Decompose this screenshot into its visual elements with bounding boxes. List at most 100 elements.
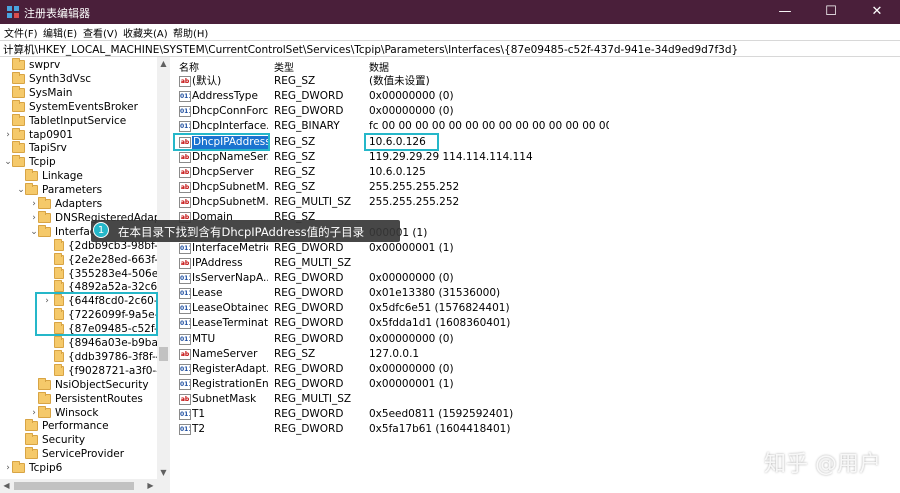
tree-item[interactable]: › Adapters (0, 197, 169, 211)
value-row[interactable]: 011RegistrationEn... REG_DWORD 0x00000001 … (171, 377, 900, 392)
tree-item[interactable]: {8946a03e-b9ba-43b3 (0, 336, 169, 350)
value-row[interactable]: ab NameServer REG_SZ 127.0.0.1 (171, 347, 900, 362)
value-row[interactable]: ab DhcpSubnetM... REG_MULTI_SZ 255.255.255.… (171, 195, 900, 210)
scroll-left-icon[interactable]: ◀ (0, 479, 13, 493)
expand-chevron-icon[interactable] (42, 267, 52, 281)
folder-icon (54, 238, 64, 251)
value-type: REG_MULTI_SZ (274, 393, 352, 406)
string-value-icon: ab (179, 257, 191, 269)
value-name: DhcpInterface... (192, 120, 268, 133)
folder-icon (12, 113, 25, 126)
value-row[interactable]: ab DhcpIPAddress REG_SZ 10.6.0.126 (171, 135, 900, 150)
folder-icon (54, 252, 64, 265)
tree-item[interactable]: Linkage (0, 169, 169, 183)
close-button[interactable]: ✕ (854, 0, 900, 24)
scroll-right-icon[interactable]: ▶ (144, 479, 157, 493)
tree-item[interactable]: SystemEventsBroker (0, 99, 169, 114)
menu-file[interactable]: 文件(F) (4, 25, 38, 40)
value-name: T2 (192, 423, 206, 436)
menu-favorites[interactable]: 收藏夹(A) (123, 25, 168, 40)
tree-item[interactable]: swprv (0, 58, 169, 72)
values-list[interactable]: 名称 类型 数据 ab(默认)REG_SZ(数值未设置)011AddressTy… (171, 57, 900, 493)
value-type: REG_DWORD (274, 90, 344, 103)
tree-item[interactable]: Performance (0, 419, 169, 433)
value-row[interactable]: 011LeaseObtained... REG_DWORD 0x5dfc6e51 (… (171, 301, 900, 316)
value-row[interactable]: 011IsServerNapA... REG_DWORD 0x00000000 (0… (171, 271, 900, 286)
scroll-thumb-horizontal[interactable] (14, 482, 134, 490)
expand-chevron-icon[interactable] (42, 364, 52, 378)
value-row[interactable]: 011Lease REG_DWORD 0x01e13380 (31536000) (171, 286, 900, 301)
value-row[interactable]: 011T1 REG_DWORD 0x5eed0811 (1592592401) (171, 407, 900, 422)
tree-item[interactable]: Security (0, 433, 169, 447)
value-row[interactable]: abDhcpNameSer... REG_SZ 119.29.29.29 114.1… (171, 150, 900, 165)
tree-item[interactable]: {2e2e28ed-663f-11e9 (0, 252, 169, 267)
tree-item[interactable]: TabletInputService (0, 113, 169, 128)
value-row[interactable]: ab (默认) REG_SZ (数值未设置) (171, 74, 900, 89)
expand-chevron-icon[interactable] (42, 239, 52, 253)
tree-vertical-scrollbar[interactable]: ▲ ▼ (157, 57, 170, 479)
value-row[interactable]: 011InterfaceMetric REG_DWORD 0x00000001 (1… (171, 241, 900, 256)
expand-chevron-icon[interactable] (42, 350, 52, 364)
value-row[interactable]: 011AddressType REG_DWORD 0x00000000 (0) (171, 89, 900, 104)
scroll-up-icon[interactable]: ▲ (157, 57, 170, 70)
scroll-thumb[interactable] (159, 347, 168, 361)
value-row[interactable]: 011RegisterAdapt... REG_DWORD 0x00000000 (… (171, 362, 900, 377)
value-row[interactable]: 011DhcpInterface... REG_BINARY fc 00 00 00… (171, 119, 900, 134)
value-row[interactable]: ab DhcpServer REG_SZ 10.6.0.125 (171, 165, 900, 180)
tree-item[interactable]: Synth3dVsc (0, 71, 169, 86)
tree-item[interactable]: ServiceProvider (0, 447, 169, 461)
tree-item[interactable]: › Winsock (0, 405, 169, 420)
tree-item[interactable]: NsiObjectSecurity (0, 377, 169, 392)
tree-item[interactable]: SysMain (0, 85, 169, 100)
value-data: 0x01e13380 (31536000) (369, 287, 501, 300)
minimize-button[interactable]: — (762, 0, 808, 24)
address-path[interactable]: 计算机\HKEY_LOCAL_MACHINE\SYSTEM\CurrentCon… (3, 42, 738, 57)
expand-chevron-icon[interactable] (42, 336, 52, 350)
tree-item[interactable]: {f9028721-a3f0-48f0-8 (0, 363, 169, 378)
value-row[interactable]: 011T2 REG_DWORD 0x5fa17b61 (1604418401) (171, 422, 900, 437)
value-data: 0x5eed0811 (1592592401) (369, 408, 514, 421)
value-row[interactable]: 011MTU REG_DWORD 0x00000000 (0) (171, 332, 900, 347)
menu-help[interactable]: 帮助(H) (173, 25, 208, 40)
value-row[interactable]: ab SubnetMask REG_MULTI_SZ (171, 392, 900, 407)
tree-item[interactable]: TapiSrv (0, 141, 169, 155)
tree-item-label: SysMain (29, 86, 73, 99)
maximize-button[interactable]: ☐ (808, 0, 854, 24)
column-data-header[interactable]: 数据 (369, 59, 389, 74)
expand-chevron-icon[interactable] (42, 253, 52, 267)
menu-edit[interactable]: 编辑(E) (43, 25, 77, 40)
menu-view[interactable]: 查看(V) (83, 25, 118, 40)
column-name-header[interactable]: 名称 (179, 59, 199, 74)
value-name: RegistrationEn... (192, 378, 268, 390)
tree-item[interactable]: {ddb39786-3f8f-48b5 (0, 349, 169, 364)
value-data: 000001 (1) (369, 226, 428, 239)
value-row[interactable]: 011LeaseTerminat... REG_DWORD 0x5fdda1d1 (… (171, 316, 900, 331)
tree-horizontal-scrollbar[interactable]: ◀ ▶ (0, 479, 170, 493)
scroll-down-icon[interactable]: ▼ (157, 466, 170, 479)
address-bar[interactable]: 计算机\HKEY_LOCAL_MACHINE\SYSTEM\CurrentCon… (0, 40, 900, 57)
tree-item[interactable]: › tap0901 (0, 127, 169, 142)
tree-item[interactable]: ⌄ Tcpip (0, 155, 169, 169)
tree-item[interactable]: {355283e4-506e-4807 (0, 266, 169, 281)
folder-icon (12, 58, 25, 70)
value-type: REG_SZ (274, 347, 316, 360)
folder-icon (54, 336, 64, 348)
binary-value-icon: 011 (179, 424, 191, 436)
tree-item-label: Synth3dVsc (29, 72, 92, 85)
tree-item[interactable]: › Tcpip6 (0, 461, 169, 475)
value-row[interactable]: 011DhcpConnForc... REG_DWORD 0x00000000 (0… (171, 104, 900, 119)
value-type: REG_DWORD (274, 302, 344, 315)
value-data: 127.0.0.1 (369, 347, 420, 360)
tree-item[interactable]: PersistentRoutes (0, 391, 169, 406)
value-row[interactable]: ab DhcpSubnetM... REG_SZ 255.255.255.252 (171, 180, 900, 195)
value-row[interactable]: ab IPAddress REG_MULTI_SZ (171, 256, 900, 271)
column-type-header[interactable]: 类型 (274, 59, 294, 74)
value-type: REG_MULTI_SZ (274, 196, 352, 209)
window-title: 注册表编辑器 (24, 7, 90, 20)
tree-item-label: {8946a03e-b9ba-43b3 (68, 337, 169, 349)
folder-icon (25, 183, 38, 196)
tree-item-label: {355283e4-506e-4807 (68, 267, 169, 280)
key-tree[interactable]: swprv Synth3dVsc SysMain SystemEventsBroker… (0, 57, 170, 479)
tree-item[interactable]: ⌄ Parameters (0, 183, 169, 197)
folder-icon (38, 224, 51, 237)
